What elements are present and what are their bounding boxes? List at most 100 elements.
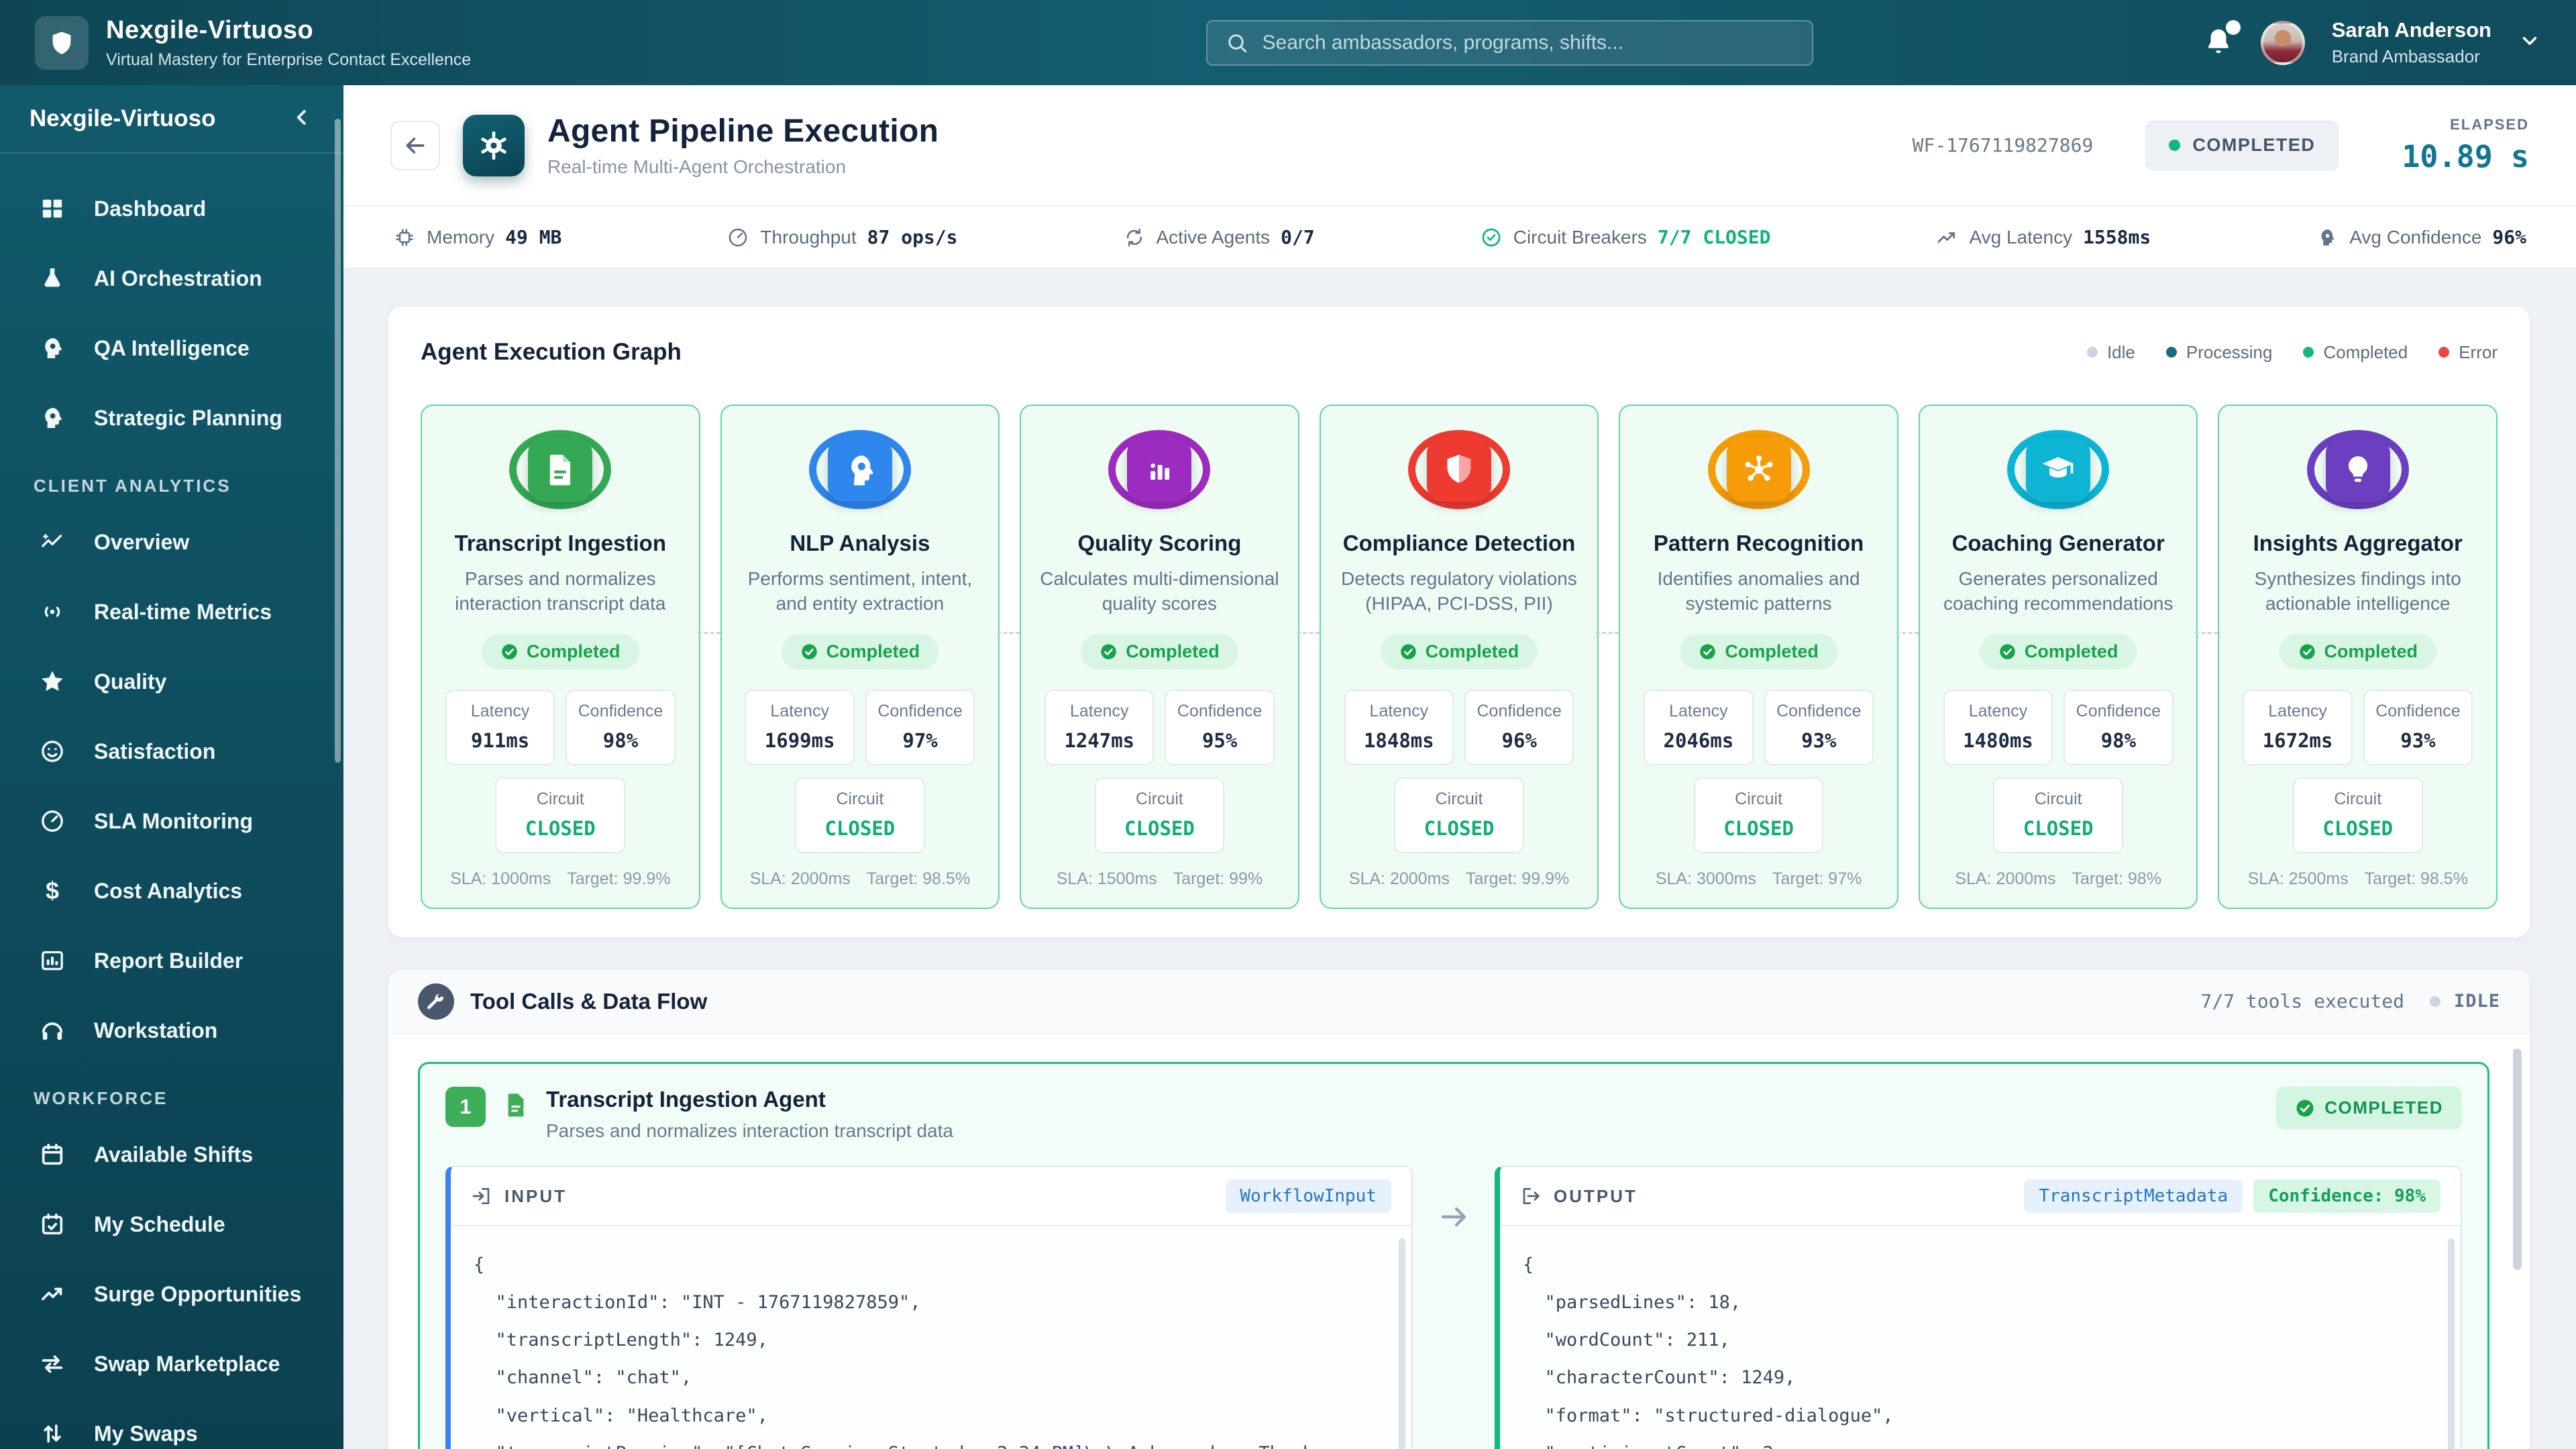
sidebar-collapse-button[interactable] bbox=[290, 105, 314, 133]
notifications-button[interactable] bbox=[2203, 20, 2241, 60]
trend-sparkle-icon bbox=[42, 533, 62, 547]
output-scrollbar[interactable] bbox=[2448, 1238, 2455, 1449]
search-icon bbox=[1228, 34, 1246, 52]
pipeline-icon-tile bbox=[463, 114, 525, 176]
check-circle-icon bbox=[1101, 644, 1116, 659]
arrow-left-icon bbox=[406, 137, 425, 154]
tool-calls-section: Tool Calls & Data Flow 7/7 tools execute… bbox=[388, 969, 2530, 1449]
sidebar-item-cost-analytics[interactable]: $ Cost Analytics bbox=[0, 856, 343, 926]
document-icon bbox=[528, 437, 593, 502]
tool-title: Transcript Ingestion Agent bbox=[546, 1087, 826, 1112]
user-role: Brand Ambassador bbox=[2331, 46, 2480, 66]
user-menu-button[interactable] bbox=[2518, 30, 2541, 56]
page-title: Agent Pipeline Execution bbox=[547, 113, 939, 149]
agent-card-nlp-analysis[interactable]: NLP Analysis Performs sentiment, intent,… bbox=[720, 405, 1020, 909]
sidebar-item-surge-opportunities[interactable]: Surge Opportunities bbox=[0, 1259, 343, 1329]
input-panel: INPUT WorkflowInput { "interactionId": "… bbox=[445, 1166, 1413, 1449]
input-label: INPUT bbox=[504, 1185, 567, 1206]
sidebar-item-sla-monitoring[interactable]: SLA Monitoring bbox=[0, 786, 343, 856]
avatar[interactable] bbox=[2260, 20, 2305, 65]
input-json: { "interactionId": "INT - 1767119827859"… bbox=[474, 1254, 1357, 1449]
wrench-icon bbox=[418, 983, 454, 1020]
sidebar-item-label: Quality bbox=[94, 669, 167, 694]
metric-active-agents: Active Agents 0/7 bbox=[1123, 226, 1315, 249]
sidebar-item-dashboard[interactable]: Dashboard bbox=[0, 174, 343, 244]
brand-logo bbox=[35, 15, 89, 70]
metric-avg-confidence: Avg Confidence 96% bbox=[2316, 226, 2526, 249]
sidebar-item-my-schedule[interactable]: My Schedule bbox=[0, 1189, 343, 1259]
speedometer-icon bbox=[729, 228, 747, 246]
sidebar-item-label: Strategic Planning bbox=[94, 405, 282, 430]
sidebar-item-report-builder[interactable]: Report Builder bbox=[0, 926, 343, 996]
sidebar-item-label: Overview bbox=[94, 529, 190, 554]
calendar-icon bbox=[42, 1144, 63, 1165]
sidebar-item-label: Swap Marketplace bbox=[94, 1351, 280, 1376]
sidebar-item-label: My Swaps bbox=[94, 1421, 198, 1446]
circuit-stat: Circuit CLOSED bbox=[495, 777, 626, 853]
dollar-icon: $ bbox=[45, 877, 60, 904]
workflow-status-badge: COMPLETED bbox=[2145, 120, 2339, 170]
brand: Nexgile-Virtuoso Virtual Mastery for Ent… bbox=[35, 15, 907, 70]
smiley-icon bbox=[42, 741, 63, 762]
sidebar-item-workstation[interactable]: Workstation bbox=[0, 996, 343, 1065]
agent-card-pattern-recognition[interactable]: Pattern Recognition Identifies anomalies… bbox=[1619, 405, 1919, 909]
confidence-stat: Confidence 93% bbox=[1764, 689, 1874, 765]
sidebar-item-label: Workstation bbox=[94, 1018, 218, 1042]
agents-row: Transcript Ingestion Parses and normaliz… bbox=[421, 405, 2498, 909]
sidebar-item-strategic-planning[interactable]: Strategic Planning bbox=[0, 383, 343, 453]
agent-card-insights-aggregator[interactable]: Insights Aggregator Synthesizes findings… bbox=[2218, 405, 2498, 909]
legend-dot bbox=[2086, 347, 2098, 358]
document-icon bbox=[502, 1087, 530, 1122]
sidebar-item-overview[interactable]: Overview bbox=[0, 507, 343, 577]
calendar-check-icon bbox=[42, 1214, 63, 1235]
up-down-arrows-icon bbox=[44, 1424, 61, 1443]
circuit-stat: Circuit CLOSED bbox=[1394, 777, 1524, 853]
sla-row: SLA: 1500ms Target: 99% bbox=[1056, 869, 1263, 888]
agent-card-coaching-generator[interactable]: Coaching Generator Generates personalize… bbox=[1918, 405, 2218, 909]
sidebar-item-qa-intelligence[interactable]: QA Intelligence bbox=[0, 313, 343, 383]
agent-card-transcript-ingestion[interactable]: Transcript Ingestion Parses and normaliz… bbox=[421, 405, 720, 909]
sidebar-item-realtime-metrics[interactable]: Real-time Metrics bbox=[0, 577, 343, 647]
sidebar-item-available-shifts[interactable]: Available Shifts bbox=[0, 1120, 343, 1189]
sidebar: Nexgile-Virtuoso Dashboard AI Orchestrat… bbox=[0, 85, 343, 1449]
sidebar-item-ai-orchestration[interactable]: AI Orchestration bbox=[0, 244, 343, 313]
network-icon bbox=[1726, 437, 1791, 502]
chip-icon bbox=[396, 228, 413, 246]
confidence-stat: Confidence 98% bbox=[566, 689, 676, 765]
back-button[interactable] bbox=[390, 120, 440, 170]
agent-status-badge: Completed bbox=[781, 633, 939, 669]
tools-scrollbar[interactable] bbox=[2513, 1049, 2522, 1270]
page-subtitle: Real-time Multi-Agent Orchestration bbox=[547, 156, 847, 177]
trend-up-icon bbox=[1938, 231, 1955, 243]
agent-card-compliance-detection[interactable]: Compliance Detection Detects regulatory … bbox=[1319, 405, 1619, 909]
graph-legend: Idle Processing Completed Error bbox=[2086, 342, 2498, 363]
global-search[interactable] bbox=[1205, 19, 1813, 66]
sidebar-item-label: Dashboard bbox=[94, 196, 207, 221]
report-icon bbox=[42, 951, 63, 971]
sidebar-section-client-analytics: CLIENT ANALYTICS bbox=[34, 476, 231, 496]
sla-row: SLA: 1000ms Target: 99.9% bbox=[450, 869, 671, 888]
agent-status-badge: Completed bbox=[1979, 633, 2137, 669]
lightbulb-icon bbox=[2325, 437, 2390, 502]
graduation-cap-icon bbox=[2026, 437, 2091, 502]
output-icon bbox=[1523, 1188, 1540, 1204]
sidebar-scrollbar[interactable] bbox=[335, 119, 341, 763]
search-input[interactable] bbox=[1262, 31, 1794, 54]
sidebar-item-my-swaps[interactable]: My Swaps bbox=[0, 1399, 343, 1449]
badge-check-icon bbox=[1482, 228, 1501, 246]
broadcast-icon bbox=[44, 606, 60, 617]
status-dot bbox=[2169, 140, 2181, 151]
agent-card-quality-scoring[interactable]: Quality Scoring Calculates multi-dimensi… bbox=[1020, 405, 1320, 909]
sidebar-item-satisfaction[interactable]: Satisfaction bbox=[0, 716, 343, 786]
tool-card-transcript-ingestion[interactable]: 1 Transcript Ingestion Agent Parses and … bbox=[418, 1062, 2489, 1449]
circuit-stat: Circuit CLOSED bbox=[1993, 777, 2124, 853]
output-label: OUTPUT bbox=[1554, 1185, 1638, 1206]
confidence-stat: Confidence 95% bbox=[1165, 689, 1275, 765]
latency-stat: Latency 1848ms bbox=[1344, 689, 1454, 765]
check-circle-icon bbox=[502, 644, 517, 659]
input-scrollbar[interactable] bbox=[1399, 1238, 1405, 1449]
circuit-stat: Circuit CLOSED bbox=[2292, 777, 2423, 853]
sidebar-item-quality[interactable]: Quality bbox=[0, 647, 343, 716]
sidebar-item-swap-marketplace[interactable]: Swap Marketplace bbox=[0, 1329, 343, 1399]
metric-memory: Memory 49 MB bbox=[393, 226, 561, 249]
